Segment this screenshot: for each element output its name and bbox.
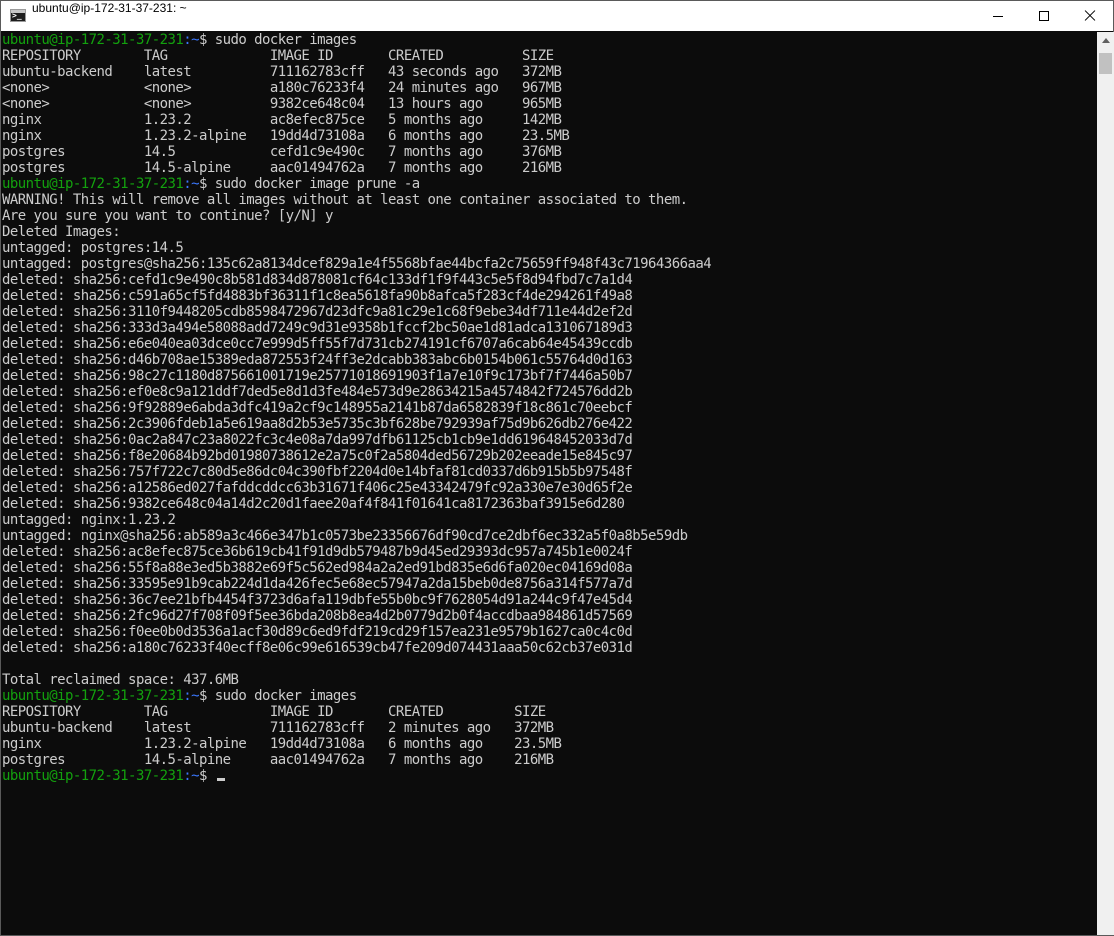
prompt-path: :~ <box>183 688 199 704</box>
output-line: ubuntu-backend latest 711162783cff 43 se… <box>2 64 562 80</box>
output-line: ubuntu-backend latest 711162783cff 2 min… <box>2 720 554 736</box>
output-line: deleted: sha256:98c27c1180d875661001719e… <box>2 368 633 384</box>
output-line: untagged: nginx@sha256:ab589a3c466e347b1… <box>2 528 688 544</box>
output-line: deleted: sha256:9382ce648c04a14d2c20d1fa… <box>2 496 625 512</box>
output-line: deleted: sha256:2fc96d27f708f09f5ee36bda… <box>2 608 633 624</box>
output-line: REPOSITORY TAG IMAGE ID CREATED SIZE <box>2 704 546 720</box>
output-line: postgres 14.5-alpine aac01494762a 7 mont… <box>2 160 562 176</box>
prompt-user-host: ubuntu@ip-172-31-37-231 <box>2 32 184 48</box>
command-text: sudo docker image prune -a <box>214 176 420 192</box>
prompt-line: ubuntu@ip-172-31-37-231:~$ sudo docker i… <box>2 32 1097 48</box>
output-line: deleted: sha256:0ac2a847c23a8022fc3c4e08… <box>2 432 633 448</box>
close-button[interactable] <box>1067 1 1113 31</box>
maximize-button[interactable] <box>1021 1 1067 31</box>
prompt-symbol: $ <box>198 176 215 192</box>
text-cursor <box>216 778 225 781</box>
output-line: <none> <none> a180c76233f4 24 minutes ag… <box>2 80 562 96</box>
output-line: nginx 1.23.2-alpine 19dd4d73108a 6 month… <box>2 736 562 752</box>
output-line <box>2 656 1097 672</box>
output-line: deleted: sha256:e6e040ea03dce0cc7e999d5f… <box>2 336 633 352</box>
prompt-symbol: $ <box>198 688 215 704</box>
output-line: Total reclaimed space: 437.6MB <box>2 672 239 688</box>
prompt-user-host: ubuntu@ip-172-31-37-231 <box>2 768 184 784</box>
command-text: sudo docker images <box>214 688 357 704</box>
prompt-path: :~ <box>183 32 199 48</box>
output-line: deleted: sha256:c591a65cf5fd4883bf36311f… <box>2 288 633 304</box>
scrollbar-thumb[interactable] <box>1099 53 1112 74</box>
terminal-output[interactable]: ubuntu@ip-172-31-37-231:~$ sudo docker i… <box>2 32 1097 935</box>
output-line: deleted: sha256:757f722c7c80d5e86dc04c39… <box>2 464 633 480</box>
output-line: Are you sure you want to continue? [y/N]… <box>2 208 333 224</box>
minimize-icon <box>993 16 1003 17</box>
output-line: deleted: sha256:f0ee0b0d3536a1acf30d89c6… <box>2 624 633 640</box>
output-line: deleted: sha256:a12586ed027fafddcddcc63b… <box>2 480 633 496</box>
output-line: nginx 1.23.2-alpine 19dd4d73108a 6 month… <box>2 128 570 144</box>
output-line: REPOSITORY TAG IMAGE ID CREATED SIZE <box>2 48 554 64</box>
scroll-up-arrow-icon[interactable] <box>1097 32 1114 49</box>
output-line: deleted: sha256:cefd1c9e490c8b581d834d87… <box>2 272 633 288</box>
window-title: ubuntu@ip-172-31-37-231: ~ <box>32 1 187 15</box>
prompt-line: ubuntu@ip-172-31-37-231:~$ sudo docker i… <box>2 688 1097 704</box>
output-line: deleted: sha256:55f8a88e3ed5b3882e69f5c5… <box>2 560 633 576</box>
output-line: deleted: sha256:3110f9448205cdb859847296… <box>2 304 633 320</box>
minimize-button[interactable] <box>975 1 1021 31</box>
command-text: sudo docker images <box>214 32 357 48</box>
vertical-scrollbar[interactable] <box>1097 32 1114 935</box>
output-line: deleted: sha256:ac8efec875ce36b619cb41f9… <box>2 544 633 560</box>
maximize-icon <box>1039 11 1049 21</box>
prompt-line: ubuntu@ip-172-31-37-231:~$ sudo docker i… <box>2 176 1097 192</box>
terminal-icon[interactable] <box>10 9 26 22</box>
output-line: deleted: sha256:a180c76233f40ecff8e06c99… <box>2 640 633 656</box>
output-line: deleted: sha256:d46b708ae15389eda872553f… <box>2 352 633 368</box>
output-line: deleted: sha256:ef0e8c9a121ddf7ded5e8d1d… <box>2 384 633 400</box>
output-line: deleted: sha256:2c3906fdeb1a5e619aa8d2b5… <box>2 416 633 432</box>
output-line: deleted: sha256:9f92889e6abda3dfc419a2cf… <box>2 400 633 416</box>
scroll-down-area[interactable] <box>1097 918 1114 935</box>
output-line: nginx 1.23.2 ac8efec875ce 5 months ago 1… <box>2 112 562 128</box>
output-line: untagged: postgres:14.5 <box>2 240 184 256</box>
output-line: postgres 14.5-alpine aac01494762a 7 mont… <box>2 752 554 768</box>
output-line: untagged: nginx:1.23.2 <box>2 512 176 528</box>
prompt-path: :~ <box>183 768 199 784</box>
terminal-window: ubuntu@ip-172-31-37-231: ~ ubuntu@ip-172… <box>0 0 1114 936</box>
output-line: deleted: sha256:36c7ee21bfb4454f3723d6af… <box>2 592 633 608</box>
output-line: Deleted Images: <box>2 224 121 240</box>
close-icon <box>1084 10 1096 22</box>
prompt-user-host: ubuntu@ip-172-31-37-231 <box>2 176 184 192</box>
prompt-symbol: $ <box>198 32 215 48</box>
output-line: postgres 14.5 cefd1c9e490c 7 months ago … <box>2 144 562 160</box>
output-line: untagged: postgres@sha256:135c62a8134dce… <box>2 256 712 272</box>
output-line: WARNING! This will remove all images wit… <box>2 192 688 208</box>
prompt-user-host: ubuntu@ip-172-31-37-231 <box>2 688 184 704</box>
title-bar[interactable]: ubuntu@ip-172-31-37-231: ~ <box>1 1 1113 31</box>
output-line: deleted: sha256:333d3a494e58088add7249c9… <box>2 320 633 336</box>
prompt-symbol: $ <box>198 768 215 784</box>
output-line: deleted: sha256:f8e20684b92bd01980738612… <box>2 448 633 464</box>
prompt-line: ubuntu@ip-172-31-37-231:~$ <box>2 768 1097 784</box>
output-line: <none> <none> 9382ce648c04 13 hours ago … <box>2 96 562 112</box>
output-line: deleted: sha256:33595e91b9cab224d1da426f… <box>2 576 633 592</box>
prompt-path: :~ <box>183 176 199 192</box>
